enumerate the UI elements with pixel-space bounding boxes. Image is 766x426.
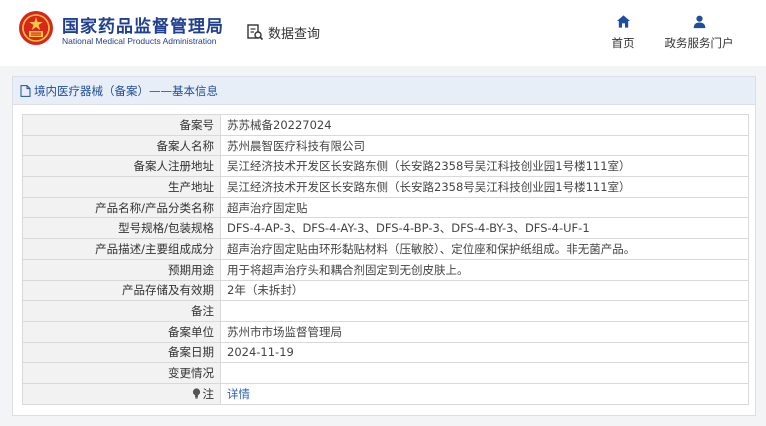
info-table: 备案号 苏苏械备20227024 备案人名称 苏州晨智医疗科技有限公司 备案人注… [22, 114, 749, 405]
national-emblem-icon [19, 11, 53, 45]
org-name-en: National Medical Products Administration [62, 36, 217, 46]
row-label-filer-name: 备案人名称 [22, 134, 221, 157]
table-row: 产品存储及有效期 2年（未拆封） [22, 279, 749, 302]
data-query-label: 数据查询 [268, 26, 321, 42]
row-value-note: 详情 [220, 382, 749, 405]
table-row: 备案人注册地址 吴江经济技术开发区长安路东侧（长安路2358号吴江科技创业园1号… [22, 155, 749, 178]
home-icon [616, 15, 630, 28]
nav-home[interactable]: 首页 [583, 14, 663, 54]
row-label-product-name: 产品名称/产品分类名称 [22, 196, 221, 219]
basic-info-panel: 境内医疗器械（备案）——基本信息 备案号 苏苏械备20227024 备案人名称 … [12, 76, 756, 416]
site-header: 国家药品监督管理局 National Medical Products Admi… [0, 0, 766, 66]
row-value-filing-number: 苏苏械备20227024 [220, 114, 749, 136]
row-label-remarks: 备注 [22, 300, 221, 322]
row-value-filer-name: 苏州晨智医疗科技有限公司 [220, 134, 749, 157]
row-label-model-spec: 型号规格/包装规格 [22, 217, 221, 240]
table-row: 备案号 苏苏械备20227024 [22, 114, 749, 136]
row-label-intended-use: 预期用途 [22, 258, 221, 281]
lightbulb-icon [192, 388, 200, 399]
table-row: 产品描述/主要组成成分 超声治疗固定贴由环形黏贴材料（压敏胶）、定位座和保护纸组… [22, 238, 749, 260]
row-label-registered-address: 备案人注册地址 [22, 155, 221, 178]
document-icon [20, 84, 31, 97]
row-value-registered-address: 吴江经济技术开发区长安路东侧（长安路2358号吴江科技创业园1号楼111室） [220, 155, 749, 178]
row-label-change-status: 变更情况 [22, 362, 221, 384]
row-value-change-status [220, 362, 749, 384]
row-label-storage-validity: 产品存储及有效期 [22, 279, 221, 302]
nav-service-portal[interactable]: 政务服务门户 [659, 14, 739, 54]
row-label-filing-number: 备案号 [22, 114, 221, 136]
table-row: 备案日期 2024-11-19 [22, 341, 749, 364]
table-row: 注 详情 [22, 382, 749, 405]
details-link[interactable]: 详情 [227, 387, 250, 401]
table-row: 产品名称/产品分类名称 超声治疗固定贴 [22, 196, 749, 219]
data-query-link[interactable]: 数据查询 [246, 22, 320, 42]
note-label-text: 注 [202, 386, 215, 401]
panel-title: 境内医疗器械（备案）——基本信息 [13, 77, 755, 105]
row-label-filing-date: 备案日期 [22, 341, 221, 364]
row-value-production-address: 吴江经济技术开发区长安路东侧（长安路2358号吴江科技创业园1号楼111室） [220, 176, 749, 198]
row-value-filing-date: 2024-11-19 [220, 341, 749, 364]
row-value-product-name: 超声治疗固定贴 [220, 196, 749, 219]
nav-service-portal-label: 政务服务门户 [664, 36, 734, 50]
row-value-remarks [220, 300, 749, 322]
row-label-description: 产品描述/主要组成成分 [22, 238, 221, 260]
org-name-cn: 国家药品监督管理局 [62, 17, 224, 37]
table-row: 备案单位 苏州市市场监督管理局 [22, 320, 749, 343]
row-label-production-address: 生产地址 [22, 176, 221, 198]
row-value-description: 超声治疗固定贴由环形黏贴材料（压敏胶）、定位座和保护纸组成。非无菌产品。 [220, 238, 749, 260]
row-value-storage-validity: 2年（未拆封） [220, 279, 749, 302]
row-label-filing-unit: 备案单位 [22, 320, 221, 343]
row-value-model-spec: DFS-4-AP-3、DFS-4-AY-3、DFS-4-BP-3、DFS-4-B… [220, 217, 749, 240]
table-row: 生产地址 吴江经济技术开发区长安路东侧（长安路2358号吴江科技创业园1号楼11… [22, 176, 749, 198]
row-value-intended-use: 用于将超声治疗头和耦合剂固定到无创皮肤上。 [220, 258, 749, 281]
row-label-note: 注 [22, 382, 221, 405]
panel-title-text: 境内医疗器械（备案）——基本信息 [34, 83, 218, 98]
table-row: 备注 [22, 300, 749, 322]
table-row: 型号规格/包装规格 DFS-4-AP-3、DFS-4-AY-3、DFS-4-BP… [22, 217, 749, 240]
nav-home-label: 首页 [611, 36, 635, 50]
document-search-icon [247, 24, 264, 41]
table-row: 预期用途 用于将超声治疗头和耦合剂固定到无创皮肤上。 [22, 258, 749, 281]
row-value-filing-unit: 苏州市市场监督管理局 [220, 320, 749, 343]
table-row: 备案人名称 苏州晨智医疗科技有限公司 [22, 134, 749, 157]
table-row: 变更情况 [22, 362, 749, 384]
user-icon [693, 15, 705, 29]
